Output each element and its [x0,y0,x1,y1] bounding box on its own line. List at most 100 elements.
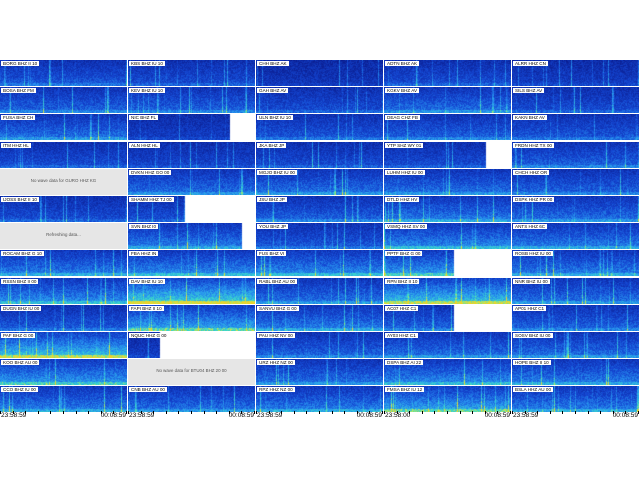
time-tick [512,411,513,414]
spectrogram-panel[interactable]: BORG BHZ II 10 [0,60,127,86]
spectrogram-panel[interactable]: FRDN HHZ TX 00 [512,142,639,168]
station-label: JKA BHZ JP [257,143,287,148]
spectrogram-panel[interactable]: AP01 HHZ C1 [512,305,639,331]
time-tick [588,411,589,414]
spectrogram-panel[interactable]: MGJO BHZ IU 00 [256,169,383,195]
station-label: DVKN HHZ GO 00 [129,170,172,175]
time-tick [485,411,486,414]
spectrogram-panel[interactable]: JSU BHZ JP [256,196,383,222]
spectrogram-panel[interactable]: SVN BHZ I0 [128,223,255,249]
time-tick [101,411,102,414]
spectrogram-panel[interactable]: SHAMM HHZ TJ 00 [128,196,255,222]
time-tick [281,411,282,414]
time-tick [63,411,64,414]
spectrogram-panel[interactable]: PPTF BHZ G 00 [384,250,511,276]
station-label: FMSA BHZ IU 12 [385,387,425,392]
spectrogram-panel[interactable]: URZ HHZ NZ 00 [256,359,383,385]
time-tick [397,411,398,414]
station-label: PPTF BHZ G 00 [385,251,423,256]
no-data-message: No wave data for GURO HHZ KG [30,178,97,183]
spectrogram-panel[interactable]: KEV BHZ IU 10 [128,87,255,113]
station-label: YTP SHZ WY 01 [385,143,424,148]
station-label: ADTN BHZ AK [385,61,420,66]
time-tick [88,411,89,414]
spectrogram-panel[interactable]: RABL BHZ AU 00 [256,278,383,304]
spectrogram-panel[interactable]: LUHM HHZ IU 00 [384,169,511,195]
spectrogram-panel[interactable]: JKA BHZ JP [256,142,383,168]
spectrogram-panel[interactable]: ANTS HHZ 6C [512,223,639,249]
spectrogram-panel[interactable]: HOPE BHZ II 10 [512,359,639,385]
no-data-panel[interactable]: No wave data for GURO HHZ KG [0,169,127,195]
spectrogram-panel[interactable]: DTLD HHZ HV [384,196,511,222]
spectrogram-panel[interactable]: ULN BHZ IU 10 [256,114,383,140]
spectrogram-panel[interactable]: AC07 HHZ C1 [384,305,511,331]
station-label: DEAG CHZ FB [385,115,420,120]
spectrogram-panel[interactable]: FAPI BHZ II 10 [128,305,255,331]
station-label: FUS BHZ VI [257,251,287,256]
spectrogram-panel[interactable]: AY03 HHZ C1 [384,332,511,358]
spectrogram-panel[interactable]: SANVU BHZ G 00 [256,305,383,331]
spectrogram-panel[interactable]: FUS BHZ VI [256,250,383,276]
station-label: DSPA BHZ AI 22 [385,360,424,365]
spectrogram-panel[interactable]: DSPA BHZ AI 22 [384,359,511,385]
spectrogram-panel[interactable]: KOO BHZ AU 00 [0,359,127,385]
station-label: JSU BHZ JP [257,197,287,202]
spectrogram-panel[interactable]: NNR BHZ IU 00 [512,278,639,304]
spectrogram-panel[interactable]: FBA HHZ IN [128,250,255,276]
station-label: SILS BHZ AV [513,88,545,93]
time-tick [562,411,563,414]
spectrogram-panel[interactable]: CNB BHZ AU 00 [128,386,255,412]
refreshing-panel[interactable]: Refreshing data... [0,223,127,249]
spectrogram-panel[interactable]: YOU BHZ JP [256,223,383,249]
spectrogram-panel[interactable]: RPN BHZ II 10 [384,278,511,304]
station-label: AY03 HHZ C1 [385,333,418,338]
station-label: CNB BHZ AU 00 [129,387,167,392]
station-label: ALN HHZ HL [129,143,160,148]
spectrogram-panel[interactable]: BSLA HHZ AU 00 [512,386,639,412]
spectrogram-panel[interactable]: DSPK HHZ PR 00 [512,196,639,222]
spectrogram-panel[interactable]: GAH BHZ AV [256,87,383,113]
spectrogram-panel[interactable]: DVKN HHZ GO 00 [128,169,255,195]
spectrogram-panel[interactable]: KGKV BHZ AV [384,87,511,113]
spectrogram-panel[interactable]: KBS BHZ IU 10 [128,60,255,86]
spectrogram-panel[interactable]: CHCH HHZ OR [512,169,639,195]
spectrogram-panel[interactable]: PAF BHZ G 00 [0,332,127,358]
no-data-message: No wave data for BTU04 BHZ 20 00 [156,368,227,373]
spectrogram-panel[interactable]: DUGN BHZ IU 00 [0,305,127,331]
time-tick [525,411,526,414]
spectrogram-panel[interactable]: ITM HHZ HL [0,142,127,168]
spectrogram-panel[interactable]: KAKN BHZ AV [512,114,639,140]
spectrogram-panel[interactable]: BOSA BHZ FM [0,87,127,113]
spectrogram-panel[interactable]: NIC BHZ FL [128,114,255,140]
spectrogram-panel[interactable]: FUSA BHZ CH [0,114,127,140]
spectrogram-panel[interactable]: ROCAM BHZ G 10 [0,250,127,276]
spectrogram-panel[interactable]: ADTN BHZ AK [384,60,511,86]
station-label: CCO BHZ IU 00 [1,387,38,392]
time-tick [294,411,295,414]
spectrogram-panel[interactable]: RSSN BHZ II 00 [0,278,127,304]
spectrogram-panel[interactable]: SILS BHZ AV [512,87,639,113]
spectrogram-panel[interactable]: CHH BHZ AK [256,60,383,86]
spectrogram-panel[interactable]: IJOSS BHZ II 10 [0,196,127,222]
spectrogram-panel[interactable]: NQUC HHZ G 00 [128,332,255,358]
time-tick [625,411,626,414]
spectrogram-panel[interactable]: ROSB HHZ IU 00 [512,250,639,276]
spectrogram-panel[interactable]: PAU HHZ NV 00 [256,332,383,358]
spectrogram-panel[interactable]: DAV BHZ IU 10 [128,278,255,304]
station-label: RPZ HHZ NZ 00 [257,387,295,392]
spectrogram-panel[interactable]: YTP SHZ WY 01 [384,142,511,168]
spectrogram-panel[interactable]: DEAG CHZ FB [384,114,511,140]
time-tick [256,411,257,414]
spectrogram-panel[interactable]: FMSA BHZ IU 12 [384,386,511,412]
spectrogram-panel[interactable]: CCO BHZ IU 00 [0,386,127,412]
station-column: CHH BHZ AK GAH BHZ AV ULN BHZ IU 10 JKA BHZ… [256,60,383,420]
time-tick [537,411,538,414]
spectrogram-panel[interactable]: ALN HHZ HL [128,142,255,168]
no-data-panel[interactable]: No wave data for BTU04 BHZ 20 00 [128,359,255,385]
spectrogram-panel[interactable]: RPZ HHZ NZ 00 [256,386,383,412]
spectrogram-panel[interactable]: ALRR HHZ CN [512,60,639,86]
spectrogram-panel[interactable]: VSMQ HHZ SV 00 [384,223,511,249]
time-tick [319,411,320,414]
station-label: ALRR HHZ CN [513,61,548,66]
spectrogram-panel[interactable]: SOSV BHZ IU 00 [512,332,639,358]
